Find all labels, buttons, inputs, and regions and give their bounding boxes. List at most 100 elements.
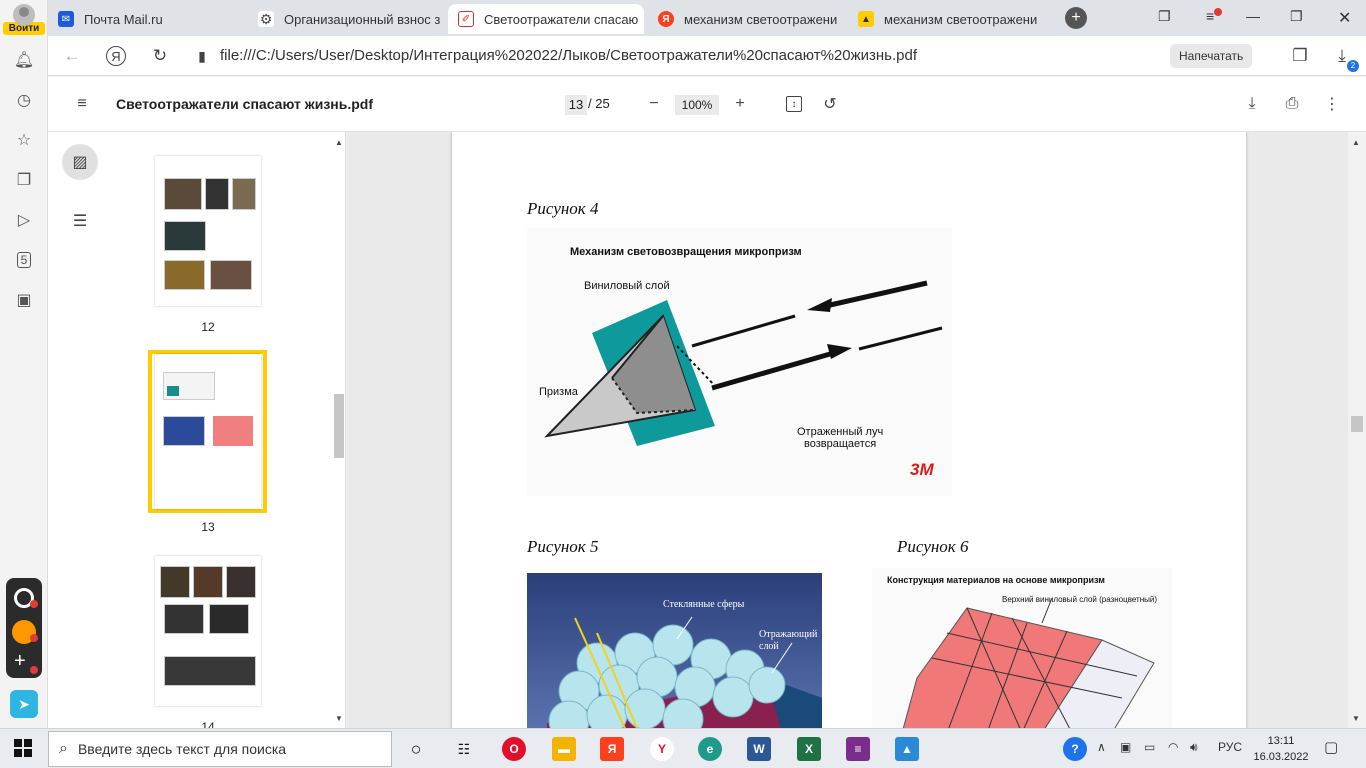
restore-icon[interactable]: ❐	[1290, 8, 1303, 25]
avatar	[13, 4, 35, 26]
fig6-diagram	[902, 597, 1155, 728]
meeting-icon[interactable]: ▣	[1120, 740, 1131, 754]
thumbnail-page-13[interactable]	[155, 354, 261, 509]
tab-yandex-search[interactable]: Я механизм светоотражени	[648, 4, 844, 34]
pdf-toolbar: ≡ Светоотражатели спасают жизнь.pdf 13 /…	[48, 77, 1366, 132]
reflected-ray	[711, 349, 838, 391]
figure6-caption: Рисунок 6	[897, 537, 969, 556]
minimize-icon[interactable]: —	[1246, 8, 1260, 24]
edge-icon[interactable]: e	[698, 737, 722, 761]
file-icon: ▮	[198, 47, 206, 64]
search-icon: ⌕	[59, 740, 68, 757]
taskbar-search[interactable]: ⌕ Введите здесь текст для поиска	[48, 731, 392, 767]
back-icon[interactable]: ←	[60, 44, 84, 68]
fig5-reflect-line2: слой	[759, 641, 779, 652]
help-icon[interactable]: ?	[1063, 737, 1087, 761]
add-icon[interactable]: +	[14, 650, 26, 672]
address-bar: ← Я ↻ ▮ file:///C:/Users/User/Desktop/Ин…	[48, 36, 1366, 76]
tab-pdf[interactable]: ✐ Светоотражатели спасаю ✕	[448, 4, 644, 34]
thumbnail-number: 12	[201, 320, 215, 334]
cortana-icon[interactable]: ○	[404, 737, 428, 761]
tab-mail[interactable]: ✉ Почта Mail.ru	[48, 4, 244, 34]
five-icon[interactable]: 5	[10, 246, 38, 274]
print-button[interactable]: Напечатать	[1170, 44, 1253, 68]
file-explorer-icon[interactable]: ▬	[552, 737, 576, 761]
pdf-title: Светоотражатели спасают жизнь.pdf	[116, 96, 374, 112]
pdf-page: Рисунок 4 Механизм световозвращения микр…	[452, 132, 1246, 728]
fit-page-icon[interactable]: ↕	[782, 92, 806, 116]
new-tab-button[interactable]: +	[1065, 7, 1087, 29]
opera-icon[interactable]: O	[502, 737, 526, 761]
zoom-out-icon[interactable]: −	[642, 92, 666, 116]
extensions-icon[interactable]: ❐	[1288, 44, 1312, 68]
thumbnail-page-12[interactable]	[155, 156, 261, 306]
downloads-badge: 2	[1347, 60, 1359, 72]
clock-date: 16.03.2022	[1253, 751, 1309, 763]
photos-icon[interactable]: ▲	[895, 737, 919, 761]
outline-icon[interactable]: ☰	[62, 203, 98, 239]
figure5-image: Стеклянные сферы Отражающий слой	[527, 573, 822, 728]
pdf-viewer[interactable]: Рисунок 4 Механизм световозвращения микр…	[347, 132, 1366, 728]
reload-icon[interactable]: ↻	[148, 44, 172, 68]
browser-sidebar: Войти 🔔︎ ◷ ☆ ❐ ▷ 5 ▣ + ➤	[0, 0, 48, 728]
tab-label: механизм светоотражени	[884, 11, 1038, 27]
volume-icon[interactable]: 🔊︎	[1190, 740, 1198, 755]
battery-icon[interactable]: ▭	[1144, 740, 1155, 754]
word-icon[interactable]: W	[747, 737, 771, 761]
clock[interactable]: 13:11 16.03.2022	[1253, 733, 1309, 765]
tabs-menu-icon[interactable]: ❐	[1158, 8, 1171, 25]
viewer-scrollbar[interactable]: ▲ ▼	[1348, 132, 1366, 728]
incoming-ray	[691, 314, 796, 348]
more-icon[interactable]: ⋮	[1320, 92, 1344, 116]
collections-icon[interactable]: ❐	[10, 166, 38, 194]
history-icon[interactable]: ◷	[10, 86, 38, 114]
wifi-icon[interactable]: ◠	[1168, 740, 1178, 754]
page-number-input[interactable]: 13	[565, 95, 587, 115]
tab-label: Почта Mail.ru	[84, 11, 163, 27]
thumbnail-panel: ▨ ☰ 12 13 14 ▲ ▼	[48, 132, 346, 734]
notifications-icon[interactable]: ▢	[1324, 738, 1338, 756]
figure5-caption: Рисунок 5	[527, 537, 599, 556]
language-indicator[interactable]: РУС	[1218, 740, 1242, 754]
thumbnail-scrollbar[interactable]: ▲ ▼	[334, 132, 344, 728]
figure4-image: Механизм световозвращения микропризм Вин…	[527, 228, 952, 496]
task-view-icon[interactable]: ☷	[452, 737, 476, 761]
search-placeholder: Введите здесь текст для поиска	[77, 741, 287, 757]
url-field[interactable]: file:///C:/Users/User/Desktop/Интеграция…	[220, 47, 917, 64]
star-icon[interactable]: ☆	[10, 126, 38, 154]
notification-dot	[1214, 8, 1222, 16]
send-icon[interactable]: ➤	[10, 690, 38, 718]
tab-strip: ✉ Почта Mail.ru ⚙ Организационный взнос …	[48, 0, 1366, 36]
yandex-browser-icon[interactable]: Я	[600, 737, 624, 761]
yandex-icon: Я	[658, 11, 674, 27]
thumbnail-page-14[interactable]	[155, 556, 261, 706]
mail-icon: ✉	[58, 11, 74, 27]
tab-fee[interactable]: ⚙ Организационный взнос з	[248, 4, 444, 34]
rotate-icon[interactable]: ↺	[818, 92, 842, 116]
menu-icon[interactable]: ≡	[1206, 8, 1214, 24]
hamburger-icon[interactable]: ≡	[70, 92, 94, 116]
login-button[interactable]: Войти	[3, 4, 45, 40]
clock-time: 13:11	[1267, 735, 1295, 747]
bell-icon[interactable]: 🔔︎	[10, 46, 38, 74]
excel-icon[interactable]: X	[797, 737, 821, 761]
zoom-in-icon[interactable]: +	[728, 92, 752, 116]
play-icon[interactable]: ▷	[10, 206, 38, 234]
camera-icon[interactable]: ▣	[10, 286, 38, 314]
tab-label: Организационный взнос з	[284, 11, 441, 27]
close-window-icon[interactable]: ✕	[1338, 8, 1351, 28]
tray-expand-icon[interactable]: ∧	[1097, 740, 1106, 754]
images-icon: ▲	[858, 11, 874, 27]
winrar-icon[interactable]: ≡	[846, 737, 870, 761]
image-view-icon[interactable]: ▨	[62, 144, 98, 180]
fig5-reflect-label: Отражающий слой	[759, 629, 817, 653]
tab-yandex-images[interactable]: ▲ механизм светоотражени	[848, 4, 1044, 34]
windows-start-icon[interactable]	[14, 739, 32, 757]
tab-label: механизм светоотражени	[684, 11, 838, 27]
print-icon[interactable]: ⎙	[1280, 92, 1304, 116]
yandex-app-icon[interactable]: Y	[650, 737, 674, 761]
yandex-home-icon[interactable]: Я	[104, 44, 128, 68]
fig5-reflect-line1: Отражающий	[759, 629, 818, 640]
download-icon[interactable]: ⤓	[1240, 92, 1264, 116]
zoom-input[interactable]: 100%	[675, 95, 719, 115]
